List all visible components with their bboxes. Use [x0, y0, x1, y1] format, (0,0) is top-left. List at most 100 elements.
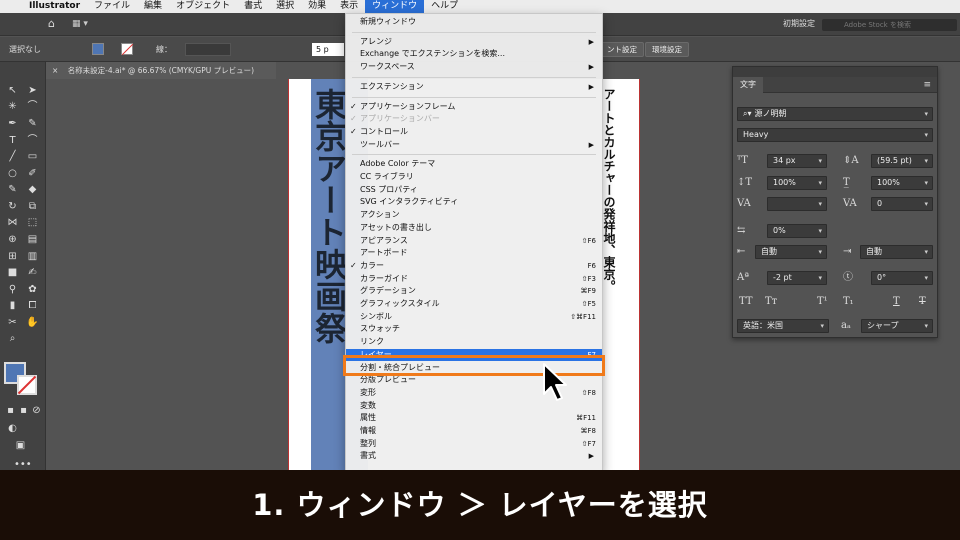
- type-tool-icon[interactable]: T: [6, 134, 19, 147]
- window-menu-item[interactable]: リンク: [346, 336, 602, 349]
- gradient-icon[interactable]: ■: [6, 266, 19, 279]
- arc-tool-icon[interactable]: ⌒: [26, 134, 39, 147]
- close-tab-icon[interactable]: ×: [52, 66, 58, 75]
- slice-tool-icon[interactable]: ✂: [6, 316, 19, 329]
- menu-view[interactable]: 表示: [333, 0, 365, 13]
- magic-wand-icon[interactable]: ✳: [6, 100, 19, 113]
- window-menu-item[interactable]: Adobe Color テーマ: [346, 158, 602, 171]
- stroke-weight-input[interactable]: [185, 43, 231, 56]
- window-menu-item[interactable]: カラーガイド ⇧F3: [346, 273, 602, 286]
- lasso-icon[interactable]: ⌒: [26, 100, 39, 113]
- panel-menu-icon[interactable]: ≡: [923, 80, 931, 90]
- workspace-preset[interactable]: 初期設定: [783, 18, 815, 29]
- menu-edit[interactable]: 編集: [137, 0, 169, 13]
- none-mode-icon[interactable]: ⊘: [30, 404, 43, 417]
- aki-left-field[interactable]: 自動 ▾: [755, 245, 827, 259]
- mesh-tool-icon[interactable]: ⊞: [6, 250, 19, 263]
- kerning-field[interactable]: ▾: [767, 197, 827, 211]
- window-menu-item[interactable]: グラフィックスタイル ⇧F5: [346, 298, 602, 311]
- scale-tool-icon[interactable]: ⧉: [26, 200, 39, 213]
- window-menu-item[interactable]: アートボード: [346, 247, 602, 260]
- document-tab[interactable]: × 名称未設定-4.ai* @ 66.67% (CMYK/GPU プレビュー): [46, 62, 276, 79]
- window-menu-item[interactable]: ✓ アプリケーションフレーム: [346, 101, 602, 114]
- language-select[interactable]: 英語：米国 ▾: [737, 319, 829, 333]
- brush-size-field[interactable]: 5 p: [312, 43, 344, 56]
- character-rotation-field[interactable]: 0° ▾: [871, 271, 933, 285]
- eraser-tool-icon[interactable]: ◆: [26, 183, 39, 196]
- curvature-tool-icon[interactable]: ✎: [26, 117, 39, 130]
- color-mode-icon[interactable]: ▪: [4, 404, 17, 417]
- window-menu-item[interactable]: ✓ アプリケーションバー: [346, 113, 602, 126]
- tab-character[interactable]: 文字: [733, 77, 763, 93]
- font-style-select[interactable]: Heavy ▾: [737, 128, 933, 142]
- rectangle-tool-icon[interactable]: ▭: [26, 150, 39, 163]
- draw-mode-icon[interactable]: ◐: [6, 422, 19, 435]
- window-menu-item[interactable]: CSS プロパティ: [346, 184, 602, 197]
- horizontal-scale-field[interactable]: 100% ▾: [871, 176, 933, 190]
- eyedropper-tool-icon[interactable]: ✍: [26, 266, 39, 279]
- selection-tool-icon[interactable]: ↖: [6, 84, 19, 97]
- window-menu-item[interactable]: スウォッチ: [346, 323, 602, 336]
- window-menu-item[interactable]: Exchange でエクステンションを検索...: [346, 48, 602, 61]
- artwork-vertical-title[interactable]: 東京アート映画祭: [310, 88, 348, 344]
- width-tool-icon[interactable]: ⋈: [6, 216, 19, 229]
- window-menu-item[interactable]: アレンジ ▶: [346, 36, 602, 49]
- window-menu-item[interactable]: シンボル ⇧⌘F11: [346, 311, 602, 324]
- menu-object[interactable]: オブジェクト: [169, 0, 237, 13]
- baseline-shift-field[interactable]: -2 pt ▾: [767, 271, 827, 285]
- vertical-scale-field[interactable]: 100% ▾: [767, 176, 827, 190]
- artboard-tool-icon[interactable]: ⧠: [26, 299, 39, 312]
- pen-tool-icon[interactable]: ✒: [6, 117, 19, 130]
- menu-file[interactable]: ファイル: [87, 0, 137, 13]
- menu-type[interactable]: 書式: [237, 0, 269, 13]
- stock-search-input[interactable]: Adobe Stock を検索: [822, 19, 957, 31]
- window-menu-item[interactable]: 整列 ⇧F7: [346, 438, 602, 451]
- menu-window[interactable]: ウィンドウ: [365, 0, 425, 13]
- window-menu-item[interactable]: アピアランス ⇧F6: [346, 235, 602, 248]
- gradient-tool-icon[interactable]: ▥: [26, 250, 39, 263]
- strikethrough-icon[interactable]: T: [919, 295, 926, 309]
- window-menu-item[interactable]: ✓ コントロール: [346, 126, 602, 139]
- leading-field[interactable]: (59.5 pt) ▾: [871, 154, 933, 168]
- free-transform-icon[interactable]: ⬚: [26, 216, 39, 229]
- blend-tool-icon[interactable]: ⚲: [6, 283, 19, 296]
- panel-drag-bar[interactable]: [733, 67, 937, 77]
- perspective-grid-icon[interactable]: ▤: [26, 233, 39, 246]
- stroke-swatch[interactable]: [121, 43, 133, 55]
- font-family-select[interactable]: ⌕▾ 源ノ明朝 ▾: [737, 107, 933, 121]
- rotate-tool-icon[interactable]: ↻: [6, 200, 19, 213]
- zoom-tool-icon[interactable]: ⌕: [6, 332, 19, 345]
- menu-app-name[interactable]: Illustrator: [22, 0, 87, 13]
- window-menu-item[interactable]: ツールバー ▶: [346, 139, 602, 152]
- window-menu-item[interactable]: ワークスペース ▶: [346, 61, 602, 74]
- workspace-switcher-icon[interactable]: ▦ ▾: [72, 19, 96, 30]
- window-menu-item[interactable]: グラデーション ⌘F9: [346, 285, 602, 298]
- shape-builder-icon[interactable]: ⊕: [6, 233, 19, 246]
- menu-select[interactable]: 選択: [269, 0, 301, 13]
- window-menu-item[interactable]: エクステンション ▶: [346, 81, 602, 94]
- antialias-select[interactable]: シャープ ▾: [861, 319, 933, 333]
- small-caps-icon[interactable]: Tᴛ: [765, 295, 777, 309]
- home-icon[interactable]: ⌂: [48, 18, 60, 30]
- tracking-field[interactable]: 0 ▾: [871, 197, 933, 211]
- window-menu-item[interactable]: 情報 ⌘F8: [346, 425, 602, 438]
- aki-right-field[interactable]: 自動 ▾: [860, 245, 933, 259]
- window-menu-item[interactable]: CC ライブラリ: [346, 171, 602, 184]
- ellipse-tool-icon[interactable]: ○: [6, 167, 19, 180]
- document-settings-button[interactable]: ント設定: [600, 42, 644, 57]
- gradient-mode-icon[interactable]: ▪: [17, 404, 30, 417]
- preferences-button[interactable]: 環境設定: [645, 42, 689, 57]
- symbol-sprayer-icon[interactable]: ✿: [26, 283, 39, 296]
- graph-tool-icon[interactable]: ▮: [6, 299, 19, 312]
- tsume-field[interactable]: 0% ▾: [767, 224, 827, 238]
- window-menu-item[interactable]: アセットの書き出し: [346, 222, 602, 235]
- window-menu-item[interactable]: SVG インタラクティビティ: [346, 196, 602, 209]
- hand-tool-icon[interactable]: ✋: [26, 316, 39, 329]
- direct-selection-tool-icon[interactable]: ➤: [26, 84, 39, 97]
- menu-effect[interactable]: 効果: [301, 0, 333, 13]
- screen-mode-icon[interactable]: ▣: [14, 439, 27, 452]
- window-menu-item[interactable]: 新規ウィンドウ: [346, 16, 602, 29]
- underline-icon[interactable]: T: [893, 295, 900, 309]
- window-menu-item[interactable]: アクション: [346, 209, 602, 222]
- window-menu-item[interactable]: 書式 ▶: [346, 450, 602, 463]
